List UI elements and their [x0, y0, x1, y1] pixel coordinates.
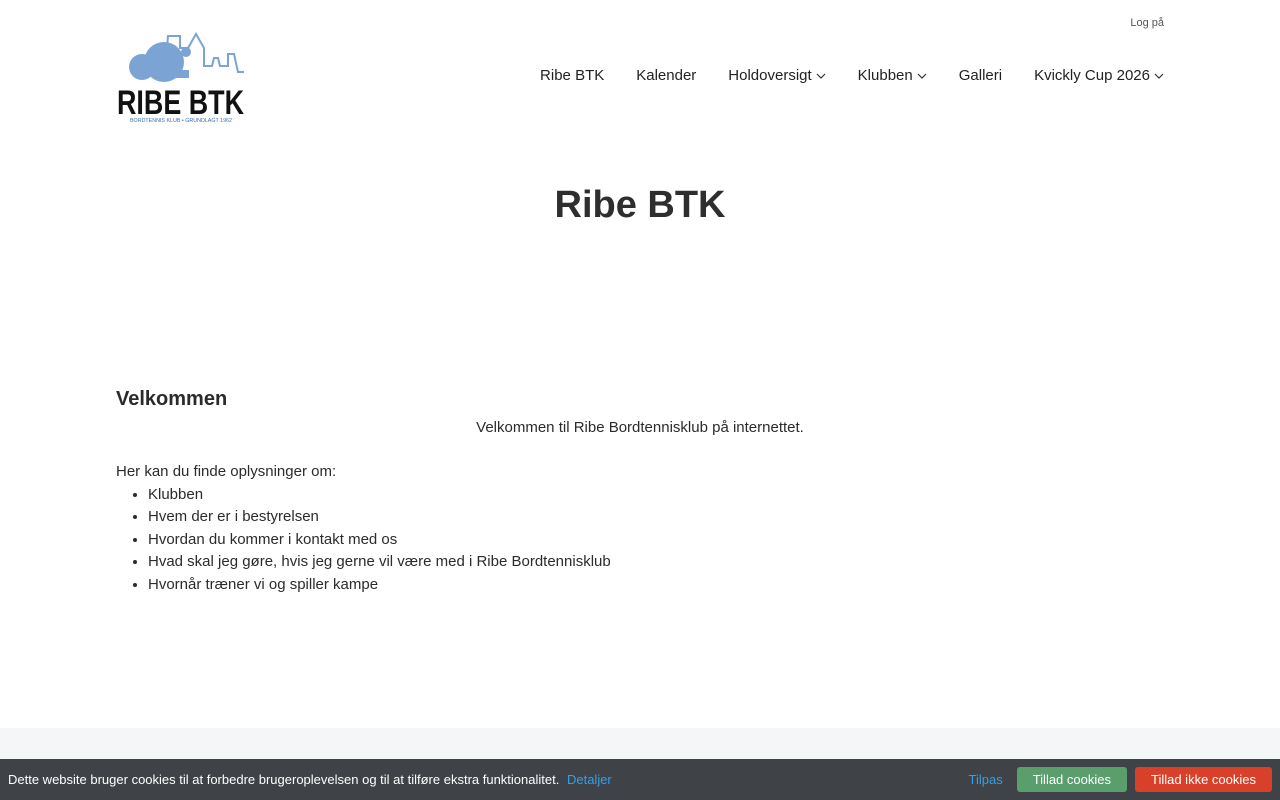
cookie-customize-link[interactable]: Tilpas	[969, 772, 1003, 787]
cookie-consent-bar: Dette website bruger cookies til at forb…	[0, 759, 1280, 800]
main-navigation: Ribe BTK Kalender Holdoversigt Klubben G…	[540, 67, 1164, 84]
section-heading: Velkommen	[116, 388, 228, 410]
cookie-details-link[interactable]: Detaljer	[567, 772, 612, 787]
cookie-message: Dette website bruger cookies til at forb…	[8, 772, 969, 787]
nav-item-label: Holdoversigt	[728, 67, 812, 84]
nav-item-label: Klubben	[857, 67, 913, 84]
welcome-section: Velkommen Velkommen til Ribe Bordtennisk…	[116, 388, 1164, 596]
info-list: Klubben Hvem der er i bestyrelsen Hvorda…	[148, 484, 1164, 597]
nav-item-ribe-btk[interactable]: Ribe BTK	[540, 67, 604, 84]
list-item: Hvad skal jeg gøre, hvis jeg gerne vil v…	[148, 551, 1164, 574]
list-item: Klubben	[148, 484, 1164, 507]
footer-band	[0, 728, 1280, 759]
nav-item-label: Kvickly Cup 2026	[1034, 67, 1150, 84]
nav-item-kalender[interactable]: Kalender	[636, 67, 696, 84]
nav-item-galleri[interactable]: Galleri	[959, 67, 1002, 84]
chevron-down-icon	[917, 73, 927, 79]
nav-item-klubben[interactable]: Klubben	[858, 67, 927, 84]
list-item: Hvem der er i bestyrelsen	[148, 506, 1164, 529]
deny-cookies-button[interactable]: Tillad ikke cookies	[1134, 767, 1272, 792]
nav-item-label: Kalender	[636, 67, 697, 84]
logo-subtext: BORDTENNIS KLUB • GRUNDLAGT 1962	[130, 118, 232, 124]
cookie-text: Dette website bruger cookies til at forb…	[8, 772, 560, 787]
page-title: Ribe BTK	[554, 184, 726, 226]
intro-text: Her kan du finde oplysninger om:	[116, 463, 337, 480]
list-item: Hvordan du kommer i kontakt med os	[148, 529, 1164, 552]
list-item: Hvornår træner vi og spiller kampe	[148, 574, 1164, 597]
chevron-down-icon	[1154, 73, 1164, 79]
welcome-text: Velkommen til Ribe Bordtennisklub på int…	[476, 418, 804, 436]
logo-wordmark: RIBE BTK	[117, 84, 244, 122]
nav-item-holdoversigt[interactable]: Holdoversigt	[728, 67, 826, 84]
club-logo-image: RIBE BTK BORDTENNIS KLUB • GRUNDLAGT 196…	[117, 32, 244, 124]
nav-item-kvickly-cup[interactable]: Kvickly Cup 2026	[1034, 67, 1164, 84]
cookie-actions: Tilpas Tillad cookies Tillad ikke cookie…	[969, 767, 1272, 792]
club-logo[interactable]: RIBE BTK BORDTENNIS KLUB • GRUNDLAGT 196…	[116, 32, 246, 124]
allow-cookies-button[interactable]: Tillad cookies	[1016, 767, 1127, 792]
chevron-down-icon	[816, 73, 826, 79]
nav-item-label: Galleri	[958, 67, 1003, 84]
login-link[interactable]: Log på	[1130, 17, 1164, 29]
nav-item-label: Ribe BTK	[540, 67, 605, 84]
